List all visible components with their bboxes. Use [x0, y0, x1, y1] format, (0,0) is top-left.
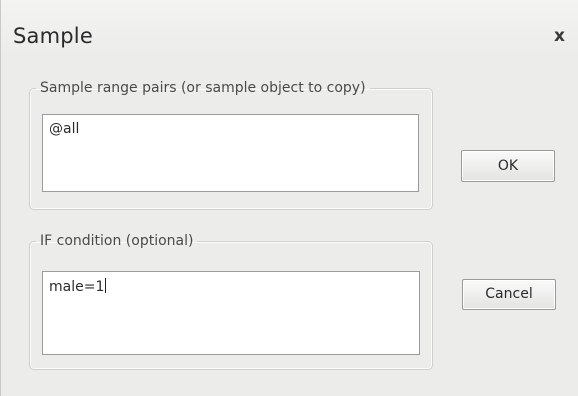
close-icon[interactable]: x: [554, 28, 570, 45]
sample-range-input[interactable]: @all: [42, 114, 419, 192]
dialog-title: Sample: [13, 24, 93, 48]
cancel-button[interactable]: Cancel: [462, 279, 556, 310]
text-caret: [105, 278, 107, 293]
if-condition-label: IF condition (optional): [40, 233, 194, 249]
if-condition-value: male=1: [49, 279, 105, 295]
ok-button[interactable]: OK: [461, 150, 555, 182]
sample-dialog: Sample x Sample range pairs (or sample o…: [0, 0, 578, 396]
sample-range-label: Sample range pairs (or sample object to …: [40, 80, 366, 96]
if-condition-input[interactable]: male=1: [42, 271, 420, 355]
sample-range-value: @all: [49, 121, 80, 137]
